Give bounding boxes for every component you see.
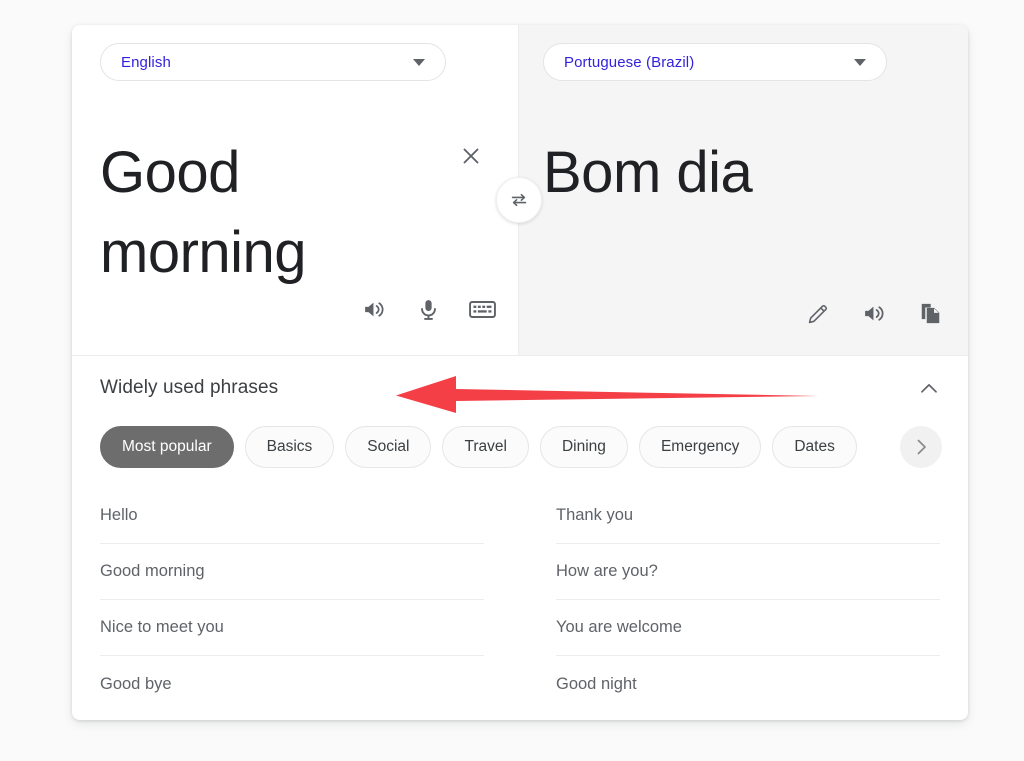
chip-label: Most popular (122, 438, 212, 455)
phrases-title: Widely used phrases (100, 377, 279, 398)
microphone-icon[interactable] (414, 295, 442, 323)
copy-icon[interactable] (916, 299, 944, 327)
source-language-label: English (121, 53, 171, 71)
list-item[interactable]: Hello (100, 488, 484, 544)
source-text[interactable]: Good morning (100, 133, 430, 293)
chip-most-popular[interactable]: Most popular (100, 426, 234, 468)
list-item[interactable]: Good morning (100, 544, 484, 600)
chip-label: Emergency (660, 438, 740, 455)
translated-text: Bom dia (543, 140, 753, 205)
widely-used-phrases-section: Widely used phrases Most popular Basics … (72, 355, 968, 719)
translation-panes: English Good morning Portuguese (Brazil)… (72, 25, 968, 355)
listen-icon[interactable] (860, 299, 888, 327)
chevron-down-icon (854, 58, 866, 66)
list-item[interactable]: Thank you (556, 488, 940, 544)
phrase-column-right: Thank you How are you? You are welcome G… (556, 488, 940, 712)
listen-icon[interactable] (360, 295, 388, 323)
translator-card: English Good morning Portuguese (Brazil)… (72, 25, 968, 720)
list-item[interactable]: Nice to meet you (100, 600, 484, 656)
list-item[interactable]: How are you? (556, 544, 940, 600)
chip-label: Basics (266, 438, 313, 455)
phrases-header: Widely used phrases (72, 356, 968, 420)
list-item[interactable]: Good bye (100, 656, 484, 712)
edit-pencil-icon[interactable] (804, 299, 832, 327)
chip-label: Dates (794, 438, 835, 455)
source-panel: English Good morning (72, 25, 518, 355)
chip-dining[interactable]: Dining (539, 426, 628, 468)
translate-page: English Good morning Portuguese (Brazil)… (0, 0, 1024, 761)
chevron-down-icon (413, 58, 425, 66)
target-language-selector[interactable]: Portuguese (Brazil) (543, 43, 887, 81)
chip-basics[interactable]: Basics (244, 426, 335, 468)
target-actions (804, 299, 944, 327)
source-language-selector[interactable]: English (100, 43, 446, 81)
chip-label: Dining (561, 438, 606, 455)
phrase-column-left: Hello Good morning Nice to meet you Good… (100, 488, 484, 712)
clear-text-icon[interactable] (458, 143, 484, 169)
target-panel: Portuguese (Brazil) Bom dia (518, 25, 968, 355)
target-language-label: Portuguese (Brazil) (564, 53, 695, 71)
phrase-category-chips: Most popular Basics Social Travel Dining… (72, 420, 968, 474)
chevron-right-icon[interactable] (900, 426, 942, 468)
chip-emergency[interactable]: Emergency (638, 426, 762, 468)
chip-social[interactable]: Social (345, 426, 432, 468)
swap-languages-button[interactable] (496, 177, 542, 223)
phrase-columns: Hello Good morning Nice to meet you Good… (72, 474, 968, 712)
keyboard-icon[interactable] (468, 295, 496, 323)
chevron-up-icon[interactable] (914, 374, 944, 404)
source-actions (360, 295, 496, 323)
chip-dates[interactable]: Dates (772, 426, 857, 468)
chip-travel[interactable]: Travel (442, 426, 529, 468)
list-item[interactable]: You are welcome (556, 600, 940, 656)
list-item[interactable]: Good night (556, 656, 940, 712)
chip-label: Social (367, 438, 410, 455)
chip-label: Travel (464, 438, 507, 455)
